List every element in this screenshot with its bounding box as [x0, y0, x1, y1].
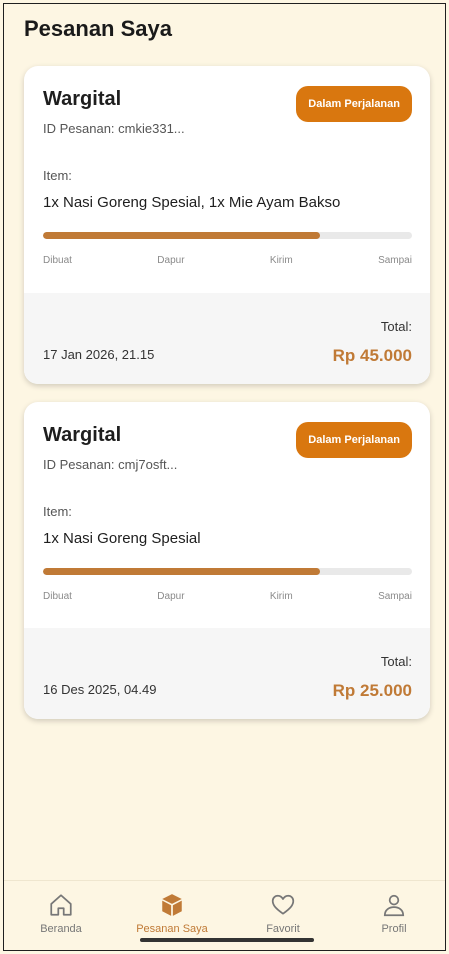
- order-items: 1x Nasi Goreng Spesial, 1x Mie Ayam Baks…: [43, 194, 341, 211]
- nav-pesanan-saya[interactable]: Pesanan Saya: [122, 891, 222, 935]
- progress-steps: Dibuat Dapur Kirim Sampai: [43, 591, 412, 602]
- order-items: 1x Nasi Goreng Spesial: [43, 530, 201, 547]
- page-title: Pesanan Saya: [24, 16, 172, 41]
- step-sent: Kirim: [269, 255, 293, 266]
- step-kitchen: Dapur: [157, 591, 185, 602]
- order-id: ID Pesanan: cmkie331...: [43, 121, 185, 136]
- step-sent: Kirim: [269, 591, 293, 602]
- progress-fill: [43, 232, 320, 239]
- order-total: Rp 25.000: [332, 681, 412, 700]
- nav-label: Pesanan Saya: [136, 923, 208, 935]
- step-arrived: Sampai: [378, 255, 412, 266]
- app-screen: Pesanan Saya Wargital ID Pesanan: cmkie3…: [3, 3, 446, 951]
- order-date: 16 Des 2025, 04.49: [43, 682, 157, 697]
- bottom-nav: Beranda Pesanan Saya Favorit Profil: [4, 880, 445, 950]
- nav-favorit[interactable]: Favorit: [233, 891, 333, 935]
- item-label: Item:: [43, 168, 72, 183]
- heart-icon: [233, 891, 333, 919]
- order-card[interactable]: Wargital ID Pesanan: cmkie331... Dalam P…: [24, 66, 430, 384]
- order-date: 17 Jan 2026, 21.15: [43, 347, 155, 362]
- shop-name: Wargital: [43, 88, 122, 110]
- nav-profil[interactable]: Profil: [344, 891, 444, 935]
- box-icon: [122, 891, 222, 919]
- total-label: Total:: [380, 319, 412, 334]
- step-created: Dibuat: [43, 255, 72, 266]
- total-label: Total:: [380, 654, 412, 669]
- step-kitchen: Dapur: [157, 255, 185, 266]
- home-indicator[interactable]: [140, 938, 314, 942]
- order-footer: Total: 16 Des 2025, 04.49 Rp 25.000: [24, 628, 430, 719]
- user-icon: [344, 891, 444, 919]
- nav-label: Favorit: [266, 923, 300, 935]
- progress-track: [43, 568, 412, 575]
- progress-steps: Dibuat Dapur Kirim Sampai: [43, 255, 412, 266]
- order-total: Rp 45.000: [332, 346, 412, 365]
- shop-name: Wargital: [43, 424, 122, 446]
- status-badge: Dalam Perjalanan: [296, 422, 412, 458]
- progress-fill: [43, 568, 320, 575]
- progress-track: [43, 232, 412, 239]
- order-card[interactable]: Wargital ID Pesanan: cmj7osft... Dalam P…: [24, 402, 430, 719]
- status-badge: Dalam Perjalanan: [296, 86, 412, 122]
- item-label: Item:: [43, 504, 72, 519]
- step-arrived: Sampai: [378, 591, 412, 602]
- order-footer: Total: 17 Jan 2026, 21.15 Rp 45.000: [24, 293, 430, 384]
- order-id: ID Pesanan: cmj7osft...: [43, 457, 178, 472]
- nav-label: Beranda: [40, 923, 82, 935]
- home-icon: [11, 891, 111, 919]
- nav-beranda[interactable]: Beranda: [11, 891, 111, 935]
- step-created: Dibuat: [43, 591, 72, 602]
- nav-label: Profil: [381, 923, 407, 935]
